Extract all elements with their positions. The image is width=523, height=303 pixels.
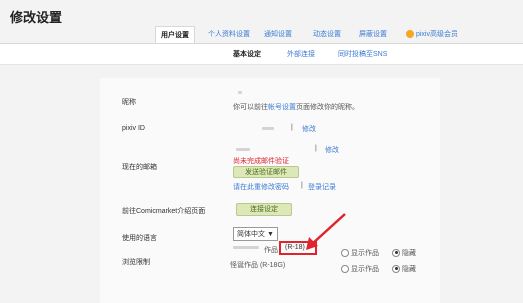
tab-feed-settings[interactable]: 动态设置 (309, 26, 345, 43)
filter-row2-text: 怪诞作品 (R-18G) (230, 262, 286, 269)
nickname-value (238, 91, 242, 94)
email-edit-link[interactable]: 修改 (325, 145, 339, 155)
radio-checked-icon[interactable] (392, 264, 400, 273)
nickname-label: 昵称 (122, 99, 136, 106)
tab-premium[interactable]: pixiv高级会员 (402, 26, 462, 43)
annotation-arrow-icon (306, 213, 346, 250)
pixiv-id-separator: | (291, 124, 293, 131)
page-title: 修改设置 (10, 10, 63, 25)
login-history-link[interactable]: 登录记录 (308, 182, 336, 192)
subtab-sns[interactable]: 同时投稿至SNS (338, 49, 387, 59)
email-separator-2: | (301, 182, 303, 189)
tab-mute-settings[interactable]: 屏蔽设置 (355, 26, 391, 43)
filter-row1-hide-label: 隐藏 (402, 249, 416, 257)
tab-user-settings[interactable]: 用户设置 (155, 26, 195, 43)
chevron-down-icon: ▼ (266, 231, 274, 238)
language-select[interactable]: 简体中文 ▼ (233, 227, 278, 241)
filter-row2-show-label: 显示作品 (351, 265, 379, 273)
radio-checked-icon[interactable] (392, 248, 400, 257)
account-settings-link[interactable]: 帐号设置 (268, 104, 296, 111)
filter-row2-show-option[interactable]: 显示作品 (341, 260, 379, 278)
filter-row1-blurred (233, 246, 259, 249)
nickname-hint-prefix: 你可以前往 (233, 104, 268, 111)
pixiv-id-label: pixiv ID (122, 125, 145, 132)
connect-settings-button[interactable]: 连接设定 (236, 203, 292, 216)
email-label: 现在的邮箱 (122, 164, 157, 171)
subtab-bar (0, 43, 523, 65)
pixiv-id-value (262, 127, 274, 130)
filter-label: 浏览限制 (122, 259, 150, 266)
filter-row1-text: 作品 (264, 247, 278, 254)
nickname-hint-suffix: 页面修改你的昵称。 (296, 104, 359, 111)
language-label: 使用的语言 (122, 235, 157, 242)
nickname-hint: 你可以前往帐号设置页面修改你的昵称。 (233, 102, 359, 112)
filter-row2-hide-label: 隐藏 (402, 265, 416, 273)
premium-icon (405, 30, 414, 39)
change-password-link[interactable]: 请在此重修改密码 (233, 182, 289, 192)
tab-notification-settings[interactable]: 通知设置 (260, 26, 296, 43)
subtab-external[interactable]: 外部连接 (287, 49, 315, 59)
email-unverified-warning: 尚未完成邮件验证 (233, 158, 289, 165)
subtab-basic[interactable]: 基本设定 (233, 49, 261, 59)
email-separator: | (315, 145, 317, 152)
language-selected: 简体中文 (237, 231, 265, 238)
email-value (236, 148, 250, 151)
pixiv-id-edit-link[interactable]: 修改 (302, 124, 316, 134)
radio-icon[interactable] (341, 264, 349, 273)
tab-profile-settings[interactable]: 个人资料设置 (203, 26, 255, 43)
send-verification-button[interactable]: 发送验证邮件 (233, 166, 299, 178)
filter-row1-show-label: 显示作品 (351, 249, 379, 257)
comicmarket-label: 前往Comicmarket介绍页面 (122, 208, 206, 215)
tab-premium-label: pixiv高级会员 (415, 31, 458, 38)
filter-row2-hide-option[interactable]: 隐藏 (392, 260, 416, 278)
